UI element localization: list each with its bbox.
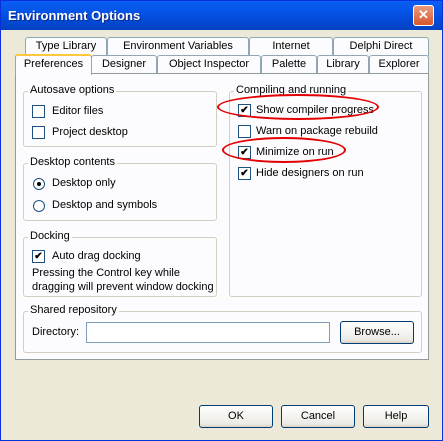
directory-label: Directory: bbox=[32, 326, 80, 338]
tab-label: Delphi Direct bbox=[349, 40, 413, 52]
tab-label: Internet bbox=[272, 40, 310, 52]
auto-drag-docking-checkbox[interactable] bbox=[32, 250, 45, 263]
warn-package-rebuild-checkbox[interactable] bbox=[238, 125, 251, 138]
desktop-and-symbols-radio[interactable] bbox=[33, 200, 45, 212]
tab-label: Type Library bbox=[35, 40, 97, 52]
tab-label: Preferences bbox=[23, 58, 84, 70]
directory-input[interactable] bbox=[86, 322, 330, 343]
environment-options-dialog: Environment Options ✕ Type Library Envir… bbox=[0, 0, 443, 441]
cancel-button[interactable]: Cancel bbox=[281, 405, 355, 428]
tab-label: Explorer bbox=[378, 58, 420, 70]
editor-files-label: Editor files bbox=[52, 105, 104, 117]
editor-files-checkbox[interactable] bbox=[32, 105, 45, 118]
desktop-only-label: Desktop only bbox=[52, 177, 116, 189]
title-bar[interactable]: Environment Options ✕ bbox=[1, 1, 442, 30]
desktop-contents-title: Desktop contents bbox=[28, 156, 117, 168]
browse-button[interactable]: Browse... bbox=[340, 321, 414, 344]
tab-designer[interactable]: Designer bbox=[91, 55, 157, 74]
project-desktop-checkbox[interactable] bbox=[32, 126, 45, 139]
window-title: Environment Options bbox=[8, 8, 141, 23]
autosave-title: Autosave options bbox=[28, 84, 117, 96]
tab-explorer[interactable]: Explorer bbox=[369, 55, 429, 74]
tab-delphi-direct[interactable]: Delphi Direct bbox=[333, 37, 429, 56]
shared-repository-group: Shared repository Directory: Browse... bbox=[23, 304, 422, 353]
docking-note-line2: dragging will prevent window docking bbox=[32, 281, 214, 293]
desktop-only-radio[interactable] bbox=[33, 178, 45, 190]
highlight-ellipse-show-progress bbox=[217, 94, 379, 120]
tab-label: Palette bbox=[271, 58, 307, 70]
docking-note-line1: Pressing the Control key while bbox=[32, 267, 180, 279]
desktop-contents-group: Desktop contents Desktop only Desktop an… bbox=[23, 156, 217, 221]
tab-internet[interactable]: Internet bbox=[249, 37, 333, 56]
hide-designers-checkbox[interactable] bbox=[238, 167, 251, 180]
autosave-group: Autosave options Editor files Project de… bbox=[23, 84, 217, 147]
docking-group: Docking Auto drag docking Pressing the C… bbox=[23, 230, 217, 297]
tab-palette[interactable]: Palette bbox=[261, 55, 317, 74]
close-button[interactable]: ✕ bbox=[413, 5, 434, 26]
tab-label: Object Inspector bbox=[168, 58, 250, 70]
project-desktop-label: Project desktop bbox=[52, 126, 128, 138]
warn-package-rebuild-label: Warn on package rebuild bbox=[256, 125, 378, 137]
preferences-panel: Autosave options Editor files Project de… bbox=[15, 73, 429, 360]
desktop-and-symbols-label: Desktop and symbols bbox=[52, 199, 158, 211]
tab-object-inspector[interactable]: Object Inspector bbox=[157, 55, 261, 74]
highlight-ellipse-minimize bbox=[222, 137, 346, 163]
help-button[interactable]: Help bbox=[363, 405, 429, 428]
tab-label: Designer bbox=[101, 58, 147, 70]
tab-label: Library bbox=[326, 58, 360, 70]
auto-drag-docking-label: Auto drag docking bbox=[52, 250, 141, 262]
shared-repository-title: Shared repository bbox=[28, 304, 119, 316]
close-icon: ✕ bbox=[418, 7, 429, 22]
docking-title: Docking bbox=[28, 230, 72, 242]
ok-button[interactable]: OK bbox=[199, 405, 273, 428]
compiling-running-group: Compiling and running Show compiler prog… bbox=[229, 84, 422, 297]
tab-library[interactable]: Library bbox=[317, 55, 369, 74]
tab-preferences[interactable]: Preferences bbox=[15, 54, 92, 75]
hide-designers-label: Hide designers on run bbox=[256, 167, 364, 179]
tab-label: Environment Variables bbox=[123, 40, 233, 52]
tab-environment-variables[interactable]: Environment Variables bbox=[107, 37, 249, 56]
